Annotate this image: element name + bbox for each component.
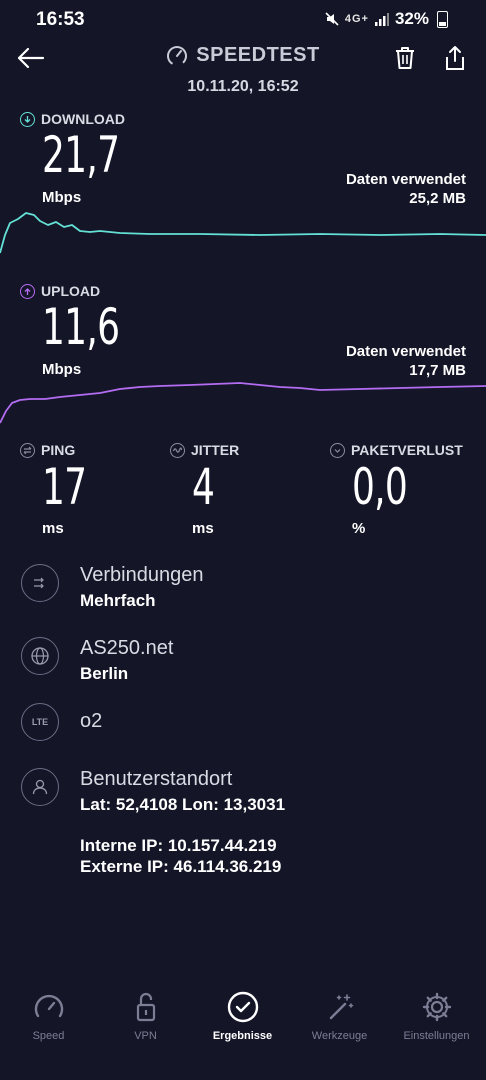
unlock-icon [136, 992, 155, 1022]
download-data-used-label: Daten verwendet [345, 171, 466, 188]
upload-data-used-label: Daten verwendet [345, 343, 466, 360]
download-header: DOWNLOAD [20, 111, 125, 127]
location-coords: Lat: 52,4108 Lon: 13,3031 [80, 795, 286, 814]
location-title: Benutzerstandort [80, 768, 233, 790]
nav-vpn-label: VPN [134, 1030, 157, 1042]
jitter-icon [170, 442, 185, 458]
nav-speed[interactable]: Speed [0, 990, 97, 1050]
connections-title: Verbindungen [80, 564, 204, 586]
globe-icon [21, 637, 59, 675]
ping-label: PING [41, 442, 76, 458]
status-icons: 4G+ 32% [325, 9, 448, 29]
delete-button[interactable] [392, 45, 418, 71]
jitter-label: JITTER [191, 442, 240, 458]
connections-value: Mehrfach [80, 591, 156, 610]
status-time: 16:53 [36, 9, 85, 30]
nav-results-label: Ergebnisse [212, 1030, 273, 1042]
upload-graph [0, 382, 486, 424]
connections-icon [21, 564, 59, 602]
jitter-unit: ms [192, 520, 214, 537]
internal-ip: Interne IP: 10.157.44.219 [80, 836, 277, 855]
jitter-header: JITTER [170, 442, 239, 458]
speedometer-icon [34, 994, 63, 1018]
mute-icon [325, 12, 339, 26]
download-graph [0, 212, 486, 254]
jitter-value: 4 [192, 458, 215, 516]
nav-speed-label: Speed [32, 1030, 65, 1042]
battery-percent: 32% [394, 9, 429, 28]
page-title: SPEEDTEST [196, 44, 320, 66]
magic-wand-icon [329, 994, 353, 1020]
packet-loss-icon [330, 442, 345, 458]
user-icon [21, 768, 59, 806]
external-ip: Externe IP: 46.114.36.219 [80, 857, 282, 876]
network-type: 4G+ [344, 13, 369, 25]
nav-tools[interactable]: Werkzeuge [291, 990, 388, 1050]
nav-vpn[interactable]: VPN [97, 990, 194, 1050]
test-date: 10.11.20, 16:52 [187, 78, 299, 95]
nav-settings[interactable]: Einstellungen [388, 990, 485, 1050]
server-location: Berlin [80, 664, 129, 683]
packet-loss-label: PAKETVERLUST [351, 442, 463, 458]
download-unit: Mbps [42, 189, 82, 206]
download-value: 21,7 [42, 126, 120, 184]
speedtest-logo-icon [167, 45, 188, 66]
nav-tools-label: Werkzeuge [311, 1030, 368, 1042]
ping-header: PING [20, 442, 75, 458]
ping-value: 17 [42, 458, 87, 516]
bottom-nav: Speed VPN Ergebnisse Werkzeuge Einstellu… [0, 990, 486, 1050]
gear-icon [422, 992, 451, 1022]
provider-name: o2 [80, 710, 103, 732]
server-name: AS250.net [80, 637, 174, 659]
upload-header: UPLOAD [20, 283, 100, 299]
upload-label: UPLOAD [41, 283, 101, 299]
nav-results[interactable]: Ergebnisse [194, 990, 291, 1050]
check-circle-icon [227, 991, 258, 1023]
battery-icon [437, 10, 448, 28]
download-icon [20, 111, 35, 127]
upload-value: 11,6 [42, 298, 120, 356]
packet-loss-value: 0,0 [352, 458, 408, 516]
ping-unit: ms [42, 520, 64, 537]
download-label: DOWNLOAD [41, 111, 125, 127]
signal-icon [374, 13, 389, 26]
lte-icon: LTE [21, 703, 59, 741]
packet-loss-header: PAKETVERLUST [330, 442, 463, 458]
nav-settings-label: Einstellungen [403, 1030, 470, 1042]
ping-icon [20, 442, 35, 458]
upload-icon [20, 283, 35, 299]
share-button[interactable] [442, 45, 468, 71]
packet-loss-unit: % [352, 520, 366, 537]
